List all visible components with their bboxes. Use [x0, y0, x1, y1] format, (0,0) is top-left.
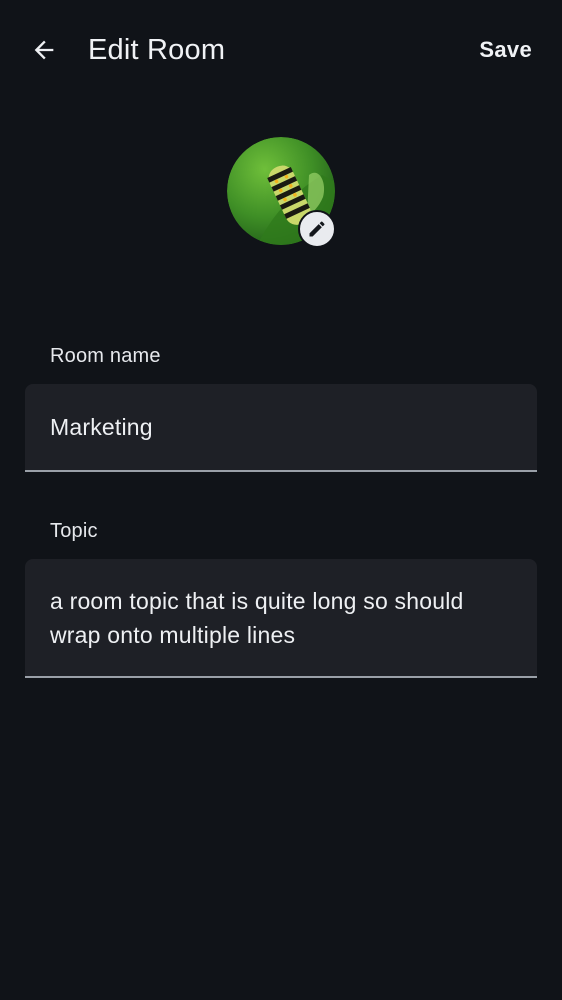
pencil-icon: [309, 221, 325, 237]
edit-avatar-button[interactable]: [298, 210, 336, 248]
top-app-bar: Edit Room Save: [0, 0, 562, 100]
topic-label: Topic: [50, 520, 98, 542]
edit-room-screen: Edit Room Save Room name Marketing Topic…: [0, 0, 562, 1000]
back-button[interactable]: [22, 28, 66, 72]
room-name-label: Room name: [50, 345, 161, 367]
room-avatar[interactable]: [227, 137, 337, 248]
topic-field[interactable]: a room topic that is quite long so shoul…: [25, 559, 537, 678]
topic-value: a room topic that is quite long so shoul…: [50, 588, 464, 648]
room-name-value: Marketing: [50, 414, 153, 440]
arrow-back-icon: [34, 40, 54, 60]
room-name-field[interactable]: Marketing: [25, 384, 537, 472]
page-title: Edit Room: [88, 34, 226, 66]
save-button[interactable]: Save: [479, 32, 532, 68]
